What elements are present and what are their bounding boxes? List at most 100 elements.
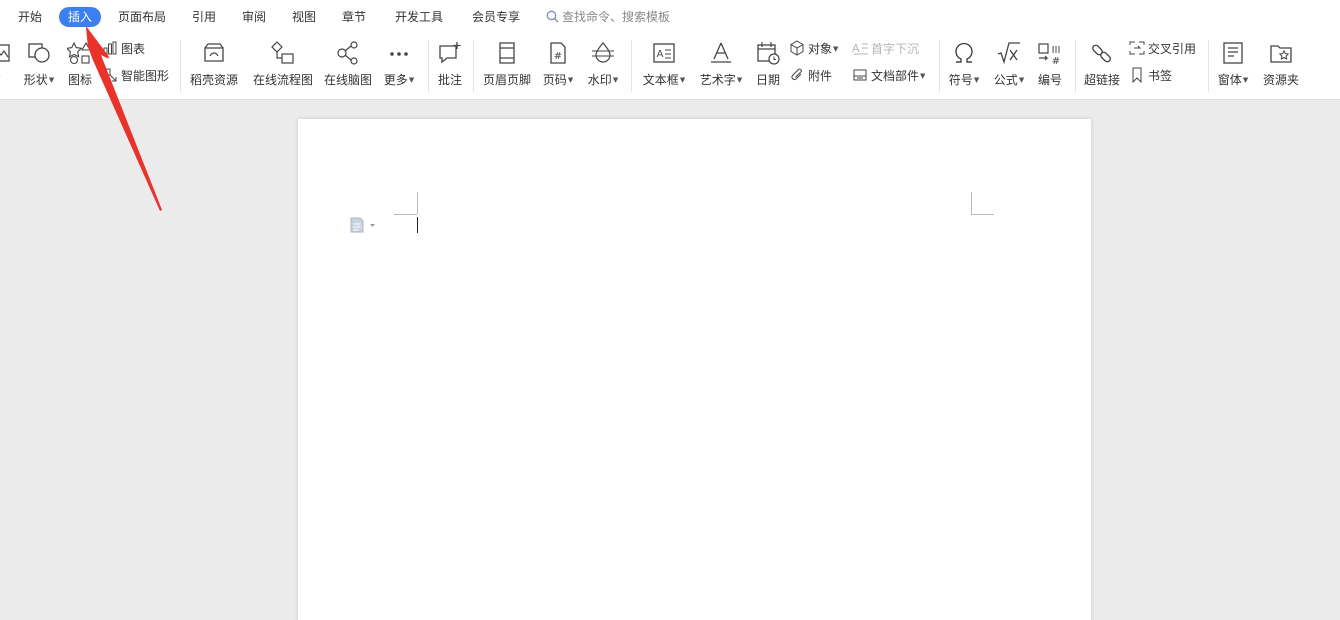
picture-icon <box>0 44 10 62</box>
date-button[interactable]: 日期 <box>752 38 784 94</box>
object-button[interactable]: 对象▼ <box>789 39 838 59</box>
drop-cap-button[interactable]: A 首字下沉 <box>852 39 919 59</box>
watermark-label: 水印 <box>587 73 612 87</box>
watermark-icon <box>592 42 614 63</box>
symbol-button[interactable]: 符号▼ <box>945 38 983 94</box>
date-icon <box>757 42 780 65</box>
command-search[interactable]: 查找命令、搜索模板 <box>546 7 670 27</box>
more-button[interactable]: 更多▼ <box>380 38 418 94</box>
chevron-down-icon: ▼ <box>679 76 686 84</box>
watermark-button[interactable]: 水印▼ <box>584 38 622 94</box>
doc-parts-label: 文档部件 <box>871 69 920 83</box>
attachment-icon <box>791 68 802 80</box>
shape-label: 形状 <box>23 73 48 87</box>
icon-library-label: 图标 <box>67 73 92 87</box>
cross-reference-icon <box>1129 41 1145 55</box>
form-button[interactable]: 窗体▼ <box>1214 38 1252 94</box>
numbering-icon: III# <box>1038 43 1061 66</box>
tab-view[interactable]: 视图 <box>292 7 316 27</box>
formula-button[interactable]: 公式▼ <box>990 38 1028 94</box>
hyperlink-label: 超链接 <box>1083 73 1120 87</box>
comment-button[interactable]: 批注 <box>434 38 466 94</box>
header-footer-button[interactable]: 页眉页脚 <box>480 38 534 94</box>
docer-resource-icon <box>204 43 224 62</box>
page-icon[interactable] <box>350 217 378 233</box>
document-workspace[interactable] <box>0 100 1340 620</box>
svg-text:A: A <box>852 42 860 55</box>
textbox-button[interactable]: A 文本框▼ <box>638 38 690 94</box>
doc-parts-icon <box>853 69 867 81</box>
date-label: 日期 <box>755 73 780 87</box>
page-number-label: 页码 <box>542 73 567 87</box>
comment-icon <box>439 42 461 64</box>
hyperlink-icon <box>1092 44 1111 63</box>
docer-resource-label: 稻壳资源 <box>189 73 238 87</box>
header-footer-icon <box>499 42 515 64</box>
page-number-button[interactable]: # 页码▼ <box>539 38 577 94</box>
tab-insert[interactable]: 插入 <box>59 7 102 27</box>
menu-tab-bar: 开始 插入 页面布局 引用 审阅 视图 章节 开发工具 会员专享 查找命令、搜索… <box>0 0 1340 34</box>
doc-parts-button[interactable]: 文档部件▼ <box>852 66 925 86</box>
insert-ribbon: ▼ 形状▼ 图标 图表 智能图形 稻壳资源 在线流程图 在线脑图 更多▼ 批注 <box>0 34 1340 100</box>
smart-art-label: 智能图形 <box>121 69 170 83</box>
docer-resource-button[interactable]: 稻壳资源 <box>188 38 240 94</box>
comment-label: 批注 <box>437 73 462 87</box>
wordart-label: 艺术字 <box>699 73 736 87</box>
resource-folder-icon <box>1270 45 1292 63</box>
chart-label: 图表 <box>121 42 146 56</box>
online-flowchart-button[interactable]: 在线流程图 <box>251 38 315 94</box>
tab-references[interactable]: 引用 <box>192 7 216 27</box>
more-icon <box>390 52 408 56</box>
chevron-down-icon: ▼ <box>408 76 415 84</box>
cross-reference-button[interactable]: 交叉引用 <box>1129 39 1196 59</box>
attachment-button[interactable]: 附件 <box>789 66 832 86</box>
ribbon-separator <box>631 40 632 92</box>
margin-mark-top-left <box>394 214 417 215</box>
flowchart-icon <box>271 41 294 64</box>
svg-text:#: # <box>554 51 562 62</box>
svg-text:III: III <box>1052 45 1061 56</box>
ribbon-separator <box>428 40 429 92</box>
drop-cap-icon: A <box>852 42 868 55</box>
svg-text:#: # <box>1052 56 1060 66</box>
document-page[interactable] <box>298 119 1091 620</box>
numbering-label: 编号 <box>1037 73 1062 87</box>
bookmark-button[interactable]: 书签 <box>1129 66 1172 86</box>
resource-folder-button[interactable]: 资源夹 <box>1259 38 1303 94</box>
tab-start[interactable]: 开始 <box>18 7 42 27</box>
formula-label: 公式 <box>993 73 1018 87</box>
ribbon-separator <box>473 40 474 92</box>
attachment-label: 附件 <box>808 69 833 83</box>
smart-art-button[interactable]: 智能图形 <box>102 66 169 86</box>
chevron-down-icon: ▼ <box>736 76 743 84</box>
icon-library-icon <box>67 41 91 65</box>
page-number-icon: # <box>550 42 566 64</box>
formula-icon <box>997 42 1020 65</box>
text-cursor <box>417 217 418 233</box>
tab-review[interactable]: 审阅 <box>242 7 266 27</box>
icon-library-button[interactable]: 图标 <box>64 38 96 94</box>
chevron-down-icon: ▼ <box>1242 76 1249 84</box>
header-footer-label: 页眉页脚 <box>482 73 531 87</box>
margin-mark-top-right <box>971 214 994 215</box>
wordart-button[interactable]: 艺术字▼ <box>697 38 745 94</box>
shape-icon <box>28 43 50 63</box>
form-label: 窗体 <box>1217 73 1242 87</box>
picture-button[interactable]: ▼ <box>0 38 10 94</box>
hyperlink-button[interactable]: 超链接 <box>1081 38 1123 94</box>
shape-button[interactable]: 形状▼ <box>20 38 58 94</box>
textbox-label: 文本框 <box>642 73 679 87</box>
chart-button[interactable]: 图表 <box>102 39 145 59</box>
tab-page-layout[interactable]: 页面布局 <box>118 7 166 27</box>
object-label: 对象 <box>808 42 833 56</box>
numbering-button[interactable]: III # 编号 <box>1034 38 1066 94</box>
tab-developer[interactable]: 开发工具 <box>395 7 443 27</box>
margin-mark-top-left <box>417 192 418 214</box>
search-icon <box>546 10 559 23</box>
tab-member[interactable]: 会员专享 <box>472 7 520 27</box>
tab-section[interactable]: 章节 <box>342 7 366 27</box>
symbol-label: 符号 <box>948 73 973 87</box>
svg-text:A: A <box>657 49 664 60</box>
online-mindmap-button[interactable]: 在线脑图 <box>322 38 374 94</box>
smart-art-icon <box>103 68 117 82</box>
